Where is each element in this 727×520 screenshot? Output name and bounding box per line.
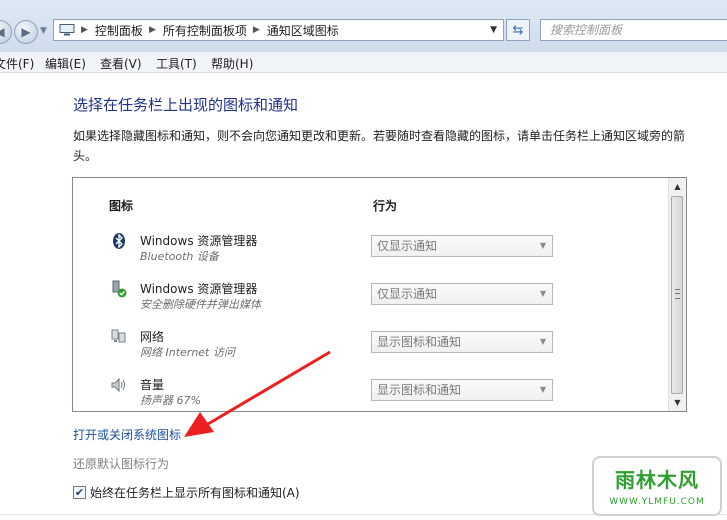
watermark-title: 雨林木风 [615, 468, 699, 492]
watermark-logo: 雨林木风 WWW.YLMFU.COM [592, 456, 722, 516]
checkbox-label: 始终在任务栏上显示所有图标和通知(A) [90, 486, 300, 500]
restore-default-link[interactable]: 还原默认图标行为 [73, 455, 169, 472]
always-show-all-icons-option[interactable]: ✔ 始终在任务栏上显示所有图标和通知(A) [73, 484, 300, 501]
watermark-url: WWW.YLMFU.COM [609, 497, 705, 507]
annotation-arrow-icon [184, 350, 331, 437]
always-show-checkbox[interactable]: ✔ [73, 486, 86, 499]
